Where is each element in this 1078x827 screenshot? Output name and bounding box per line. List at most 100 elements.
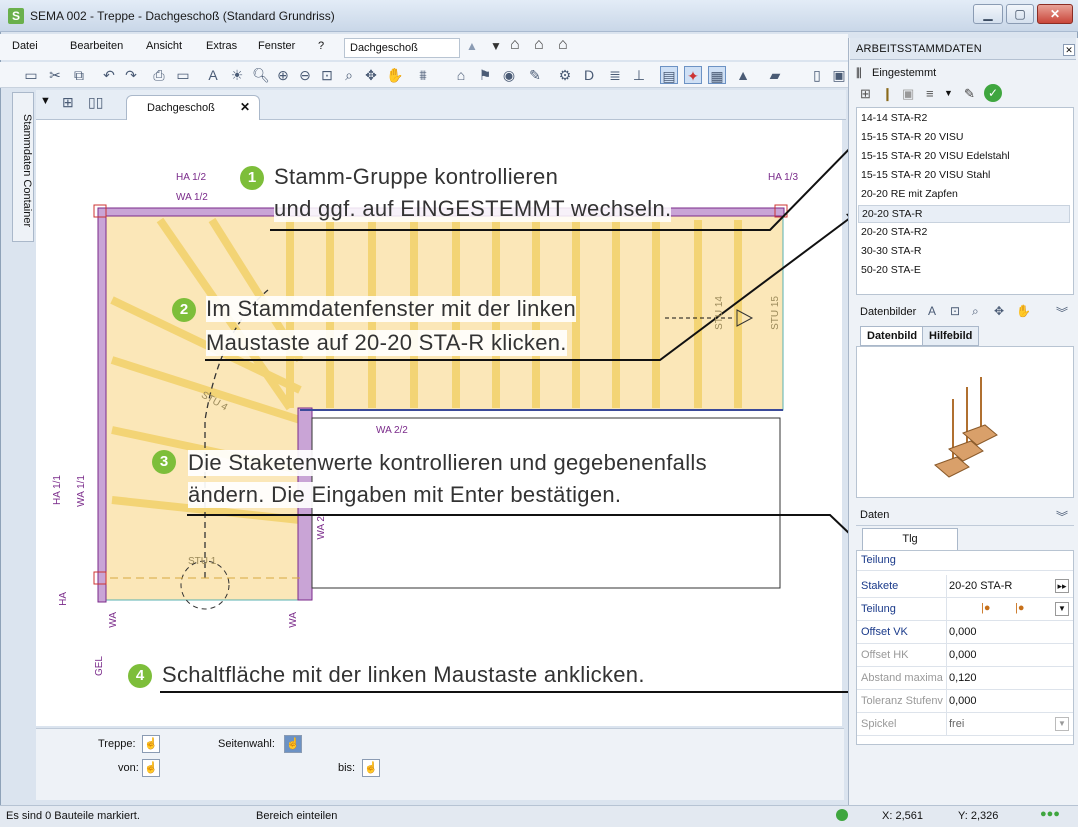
bilder-collapse-icon[interactable]: ︾ [1056,304,1068,321]
callout-2-line1: Im Stammdatenfenster mit der linken [206,296,576,322]
section-teilung: Teilung [861,554,896,566]
stakete-more-icon[interactable]: ▸▸ [1055,579,1069,593]
callout-badge-3: 3 [152,450,176,474]
bis-pick-button[interactable]: ☝ [362,759,380,777]
spickel-value[interactable]: frei [949,718,964,730]
callout-3-line2: ändern. Die Eingaben mit Enter bestätige… [188,482,622,508]
row-toleranz[interactable]: Toleranz Stufenv 0,000 [857,690,1073,713]
row-offset-vk[interactable]: Offset VK 0,000 [857,621,1073,644]
callout-4-line1: Schaltfläche mit der linken Maustaste an… [162,662,645,688]
seitenwahl-pick-button[interactable]: ☝ [284,735,302,753]
datenbild-preview [856,346,1074,498]
list-item-selected[interactable]: 20-20 STA-R [858,205,1070,223]
label-stu15: STU 15 [770,296,781,330]
status-ok-icon [836,809,848,821]
offset-hk-value[interactable]: 0,000 [949,649,977,661]
section-row: Teilung [857,551,1073,571]
label-wa12: WA 1/2 [176,192,208,203]
daten-table: Teilung Stakete 20-20 STA-R ▸▸ Teilung |… [856,550,1074,745]
teilung-dropdown-icon[interactable]: ▼ [1055,602,1069,616]
toleranz-value[interactable]: 0,000 [949,695,977,707]
tab-datenbild[interactable]: Datenbild [860,326,925,346]
callout-badge-4: 4 [128,664,152,688]
label-ha11: HA 1/1 [52,475,63,506]
status-mode: Bereich einteilen [256,810,338,822]
panel-tool-pin-icon[interactable]: ✎ [964,86,975,102]
label-stu1: STU 1 [188,556,217,567]
stake-preview-image [934,377,998,478]
label-wa-a: WA [108,612,119,628]
list-item[interactable]: 30-30 STA-R [861,245,922,257]
panel-tool-save-icon[interactable]: ▣ [902,86,914,102]
treppe-label: Treppe: [98,738,136,750]
row-stakete[interactable]: Stakete 20-20 STA-R ▸▸ [857,575,1073,598]
list-item[interactable]: 20-20 STA-R2 [861,226,927,238]
panel-tool-list-icon[interactable]: ≡ [926,86,934,101]
label-wa22: WA 2/2 [376,425,408,436]
bilder-zoomwin-icon[interactable]: ⊡ [950,304,960,318]
label-ha: HA [58,592,69,606]
panel-tool-dropdown-icon[interactable]: ▼ [944,88,953,98]
bis-label: bis: [338,762,356,774]
von-pick-button[interactable]: ☝ [142,759,160,777]
row-teilung[interactable]: Teilung |● |● ▼ [857,598,1073,621]
row-label: Toleranz Stufenv [861,695,943,707]
seitenwahl-label: Seitenwahl: [218,738,275,750]
panel-tool-tree-icon[interactable]: ⊞ [860,86,871,102]
apply-check-icon[interactable]: ✓ [984,84,1002,102]
row-label: Offset HK [861,649,909,661]
datenbilder-header: Datenbilder [860,306,917,318]
list-item[interactable]: 15-15 STA-R 20 VISU [861,131,964,143]
row-abstand[interactable]: Abstand maxima 0,120 [857,667,1073,690]
label-wa-b: WA [288,612,299,628]
label-stu14: STU 14 [714,296,725,330]
panel-close-icon[interactable]: ✕ [1063,44,1075,56]
tab-tlg[interactable]: Tlg [862,528,958,550]
callout-badge-1: 1 [240,166,264,190]
label-ha13: HA 1/3 [768,172,799,183]
list-item[interactable]: 15-15 STA-R 20 VISU Edelstahl [861,150,1010,162]
row-spickel[interactable]: Spickel frei ▼ [857,713,1073,736]
list-item[interactable]: 15-15 STA-R 20 VISU Stahl [861,169,990,181]
callout-2-line2: Maustaste auf 20-20 STA-R klicken. [206,330,567,356]
bilder-zoom-icon[interactable]: ⌕ [972,304,979,319]
status-y-coord: Y: 2,326 [958,810,999,822]
callout-1-line1: Stamm-Gruppe kontrollieren [274,164,559,190]
list-item[interactable]: 20-20 RE mit Zapfen [861,188,958,200]
row-label: Teilung [861,603,896,615]
bilder-text-icon[interactable]: A [928,304,936,318]
treppe-pick-button[interactable]: ☝ [142,735,160,753]
panel-title: ARBEITSSTAMMDATEN [850,38,1076,60]
abstand-value[interactable]: 0,120 [949,672,977,684]
wall-left [97,207,107,603]
list-item[interactable]: 50-20 STA-E [861,264,921,276]
bilder-move-icon[interactable]: ✥ [994,304,1004,318]
label-wa11: WA 1/1 [76,475,87,507]
row-offset-hk[interactable]: Offset HK 0,000 [857,644,1073,667]
row-label: Abstand maxima [861,672,943,684]
daten-header: Daten [856,506,1074,526]
group-name[interactable]: Eingestemmt [872,67,936,79]
label-ha12: HA 1/2 [176,172,207,183]
status-message: Es sind 0 Bauteile markiert. [6,810,140,822]
offset-vk-value[interactable]: 0,000 [949,626,977,638]
bilder-pan-icon[interactable]: ✋ [1016,304,1031,318]
teilung-mode-icon[interactable]: |● [981,602,991,614]
tab-hilfebild[interactable]: Hilfebild [922,326,980,346]
callout-3-line1: Die Staketenwerte kontrollieren und gege… [188,450,707,476]
callout-badge-2: 2 [172,298,196,322]
panel-tool-lamp-icon[interactable]: ❙ [882,86,893,102]
label-wa-inner: WA 2 [316,516,327,540]
spickel-dropdown-icon[interactable]: ▼ [1055,717,1069,731]
von-label: von: [118,762,139,774]
row-label: Stakete [861,580,899,592]
status-x-coord: X: 2,561 [882,810,923,822]
callout-1-line2: und ggf. auf EINGESTEMMT wechseln. [274,196,672,222]
teilung-mode-alt-icon[interactable]: |● [1015,602,1025,614]
status-dots-icon: ●●● [1040,808,1060,820]
stammdaten-list: 14-14 STA-R2 15-15 STA-R 20 VISU 15-15 S… [856,107,1074,295]
bild-tabs: Datenbild Hilfebild [856,326,1074,346]
stakete-value[interactable]: 20-20 STA-R [949,580,1012,592]
daten-collapse-icon[interactable]: ︾ [1056,508,1068,525]
list-item[interactable]: 14-14 STA-R2 [861,112,927,124]
